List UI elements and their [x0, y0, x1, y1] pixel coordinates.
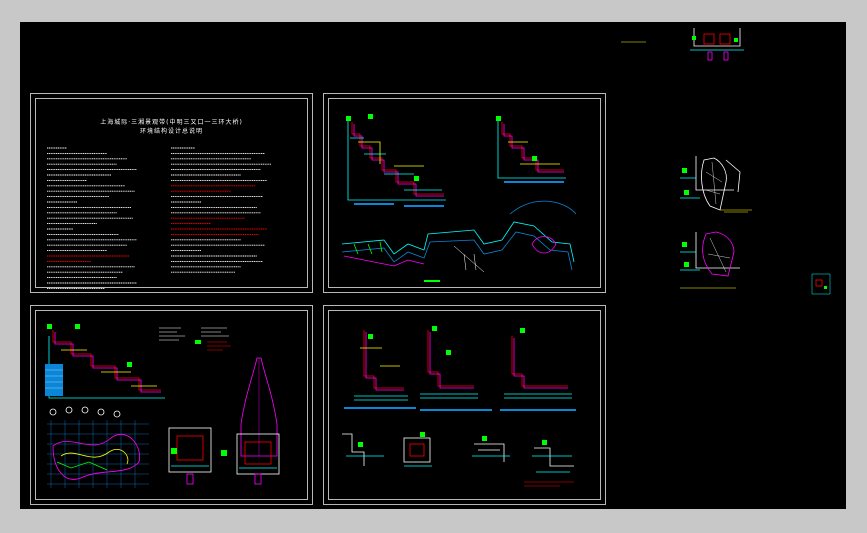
- notes-text-block: [47, 147, 271, 289]
- plan-and-details-drawing: [45, 324, 280, 488]
- design-notes-sheet[interactable]: 上海城际·三湘景观带(中明三又口一三环大桥) 环境结构设计总说明: [30, 93, 313, 293]
- wall-sections-drawing: [342, 326, 576, 487]
- section-details-sheet[interactable]: [323, 93, 606, 293]
- wall-sections-sheet[interactable]: [323, 305, 606, 505]
- section-details-drawing: [341, 114, 577, 282]
- cad-model-space[interactable]: 上海城际·三湘景观带(中明三又口一三环大桥) 环境结构设计总说明: [20, 22, 846, 509]
- plan-and-details-sheet[interactable]: [30, 305, 313, 505]
